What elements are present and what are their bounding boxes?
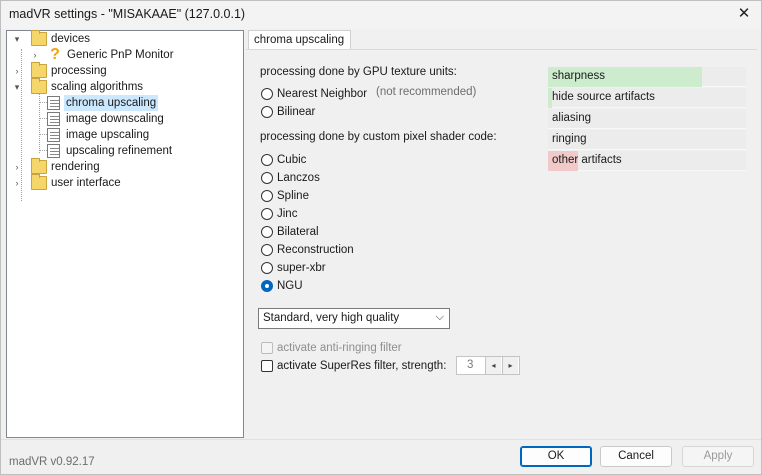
radio-label: Reconstruction xyxy=(277,244,354,256)
question-mark-icon: ? xyxy=(50,46,60,63)
checkbox-label: activate SuperRes filter, strength: xyxy=(277,360,447,372)
radio-circle[interactable] xyxy=(261,190,273,202)
title-bar: madVR settings - "MISAKAAE" (127.0.0.1) … xyxy=(1,1,761,29)
meter-sharpness: sharpness xyxy=(548,67,746,87)
folder-icon xyxy=(31,62,47,78)
document-icon xyxy=(47,96,60,110)
document-icon xyxy=(47,128,60,142)
checkbox-label: activate anti-ringing filter xyxy=(277,342,402,354)
not-recommended-note: (not recommended) xyxy=(376,86,477,98)
radio-circle[interactable] xyxy=(261,106,273,118)
tree-connector xyxy=(39,102,47,103)
radio-label: Spline xyxy=(277,190,309,202)
folder-icon xyxy=(31,158,47,174)
radio-label: Lanczos xyxy=(277,172,320,184)
chevron-right-icon[interactable]: › xyxy=(11,175,23,191)
folder-icon xyxy=(31,30,47,46)
document-icon xyxy=(47,112,60,126)
tree-connector xyxy=(39,134,47,135)
strength-value: 3 xyxy=(467,359,474,371)
meter-hide-source-artifacts: hide source artifacts xyxy=(548,88,746,108)
folder-icon xyxy=(31,78,47,94)
meter-label: ringing xyxy=(552,133,587,145)
radio-circle[interactable] xyxy=(261,262,273,274)
tree-connector xyxy=(39,150,47,151)
meter-other-artifacts: other artifacts xyxy=(548,151,746,171)
tree-item-label: Generic PnP Monitor xyxy=(67,49,174,61)
ngu-quality-select[interactable]: Standard, very high quality ⌵ xyxy=(258,308,450,329)
ok-button[interactable]: OK xyxy=(520,446,592,467)
select-value: Standard, very high quality xyxy=(263,312,400,324)
radio-label: Nearest Neighbor xyxy=(277,88,368,100)
radio-circle[interactable] xyxy=(261,226,273,238)
settings-tree[interactable]: ▾ devices › ? Generic PnP Monitor › proc… xyxy=(6,30,244,438)
chevron-right-icon[interactable]: › xyxy=(11,63,23,79)
apply-button[interactable]: Apply xyxy=(682,446,754,467)
decrement-arrow-icon[interactable]: ◂ xyxy=(485,357,501,374)
meter-label: hide source artifacts xyxy=(552,91,655,103)
chevron-right-icon[interactable]: › xyxy=(11,159,23,175)
tree-item-label: image upscaling xyxy=(66,129,150,141)
radio-circle[interactable] xyxy=(261,172,273,184)
tree-item-label: chroma upscaling xyxy=(64,95,159,111)
radio-label: super-xbr xyxy=(277,262,326,274)
checkbox-box[interactable] xyxy=(261,360,273,372)
radio-circle-selected[interactable] xyxy=(261,280,273,292)
footer-divider xyxy=(1,439,761,440)
increment-arrow-icon[interactable]: ▸ xyxy=(502,357,518,374)
radio-label: Jinc xyxy=(277,208,298,220)
document-icon xyxy=(47,144,60,158)
window-title: madVR settings - "MISAKAAE" (127.0.0.1) xyxy=(9,7,246,21)
tree-item-label: processing xyxy=(51,65,107,77)
radio-label: Cubic xyxy=(277,154,307,166)
tree-connector xyxy=(39,118,47,119)
tree-item-label: devices xyxy=(51,33,90,45)
radio-circle[interactable] xyxy=(261,154,273,166)
version-label: madVR v0.92.17 xyxy=(9,456,95,468)
chevron-down-icon[interactable]: ▾ xyxy=(11,79,23,95)
radio-circle[interactable] xyxy=(261,88,273,100)
tab-chroma-upscaling[interactable]: chroma upscaling xyxy=(248,30,352,50)
cancel-button[interactable]: Cancel xyxy=(600,446,672,467)
radio-label: Bilinear xyxy=(277,106,316,118)
tree-item-label: upscaling refinement xyxy=(66,145,173,157)
folder-icon xyxy=(31,174,47,190)
meter-aliasing: aliasing xyxy=(548,109,746,129)
meter-ringing: ringing xyxy=(548,130,746,150)
chevron-down-icon[interactable]: ⌵ xyxy=(436,311,444,324)
radio-circle[interactable] xyxy=(261,208,273,220)
settings-window: madVR settings - "MISAKAAE" (127.0.0.1) … xyxy=(0,0,762,475)
gpu-section-heading: processing done by GPU texture units: xyxy=(260,66,457,78)
tree-item-label: scaling algorithms xyxy=(51,81,144,93)
radio-label: NGU xyxy=(277,280,303,292)
checkbox-box[interactable] xyxy=(261,342,273,354)
shader-section-heading: processing done by custom pixel shader c… xyxy=(260,131,497,143)
chevron-right-icon[interactable]: › xyxy=(29,47,41,63)
meter-label: other artifacts xyxy=(552,154,622,166)
meter-label: aliasing xyxy=(552,112,591,124)
superres-strength-spinner[interactable]: 3 ◂ ▸ xyxy=(456,356,520,375)
close-icon[interactable]: ✕ xyxy=(731,3,757,25)
tree-item-label: rendering xyxy=(51,161,100,173)
radio-label: Bilateral xyxy=(277,226,319,238)
radio-circle[interactable] xyxy=(261,244,273,256)
tree-item-label: image downscaling xyxy=(66,113,164,125)
tree-item-label: user interface xyxy=(51,177,121,189)
meter-label: sharpness xyxy=(552,70,606,82)
chevron-down-icon[interactable]: ▾ xyxy=(11,31,23,47)
